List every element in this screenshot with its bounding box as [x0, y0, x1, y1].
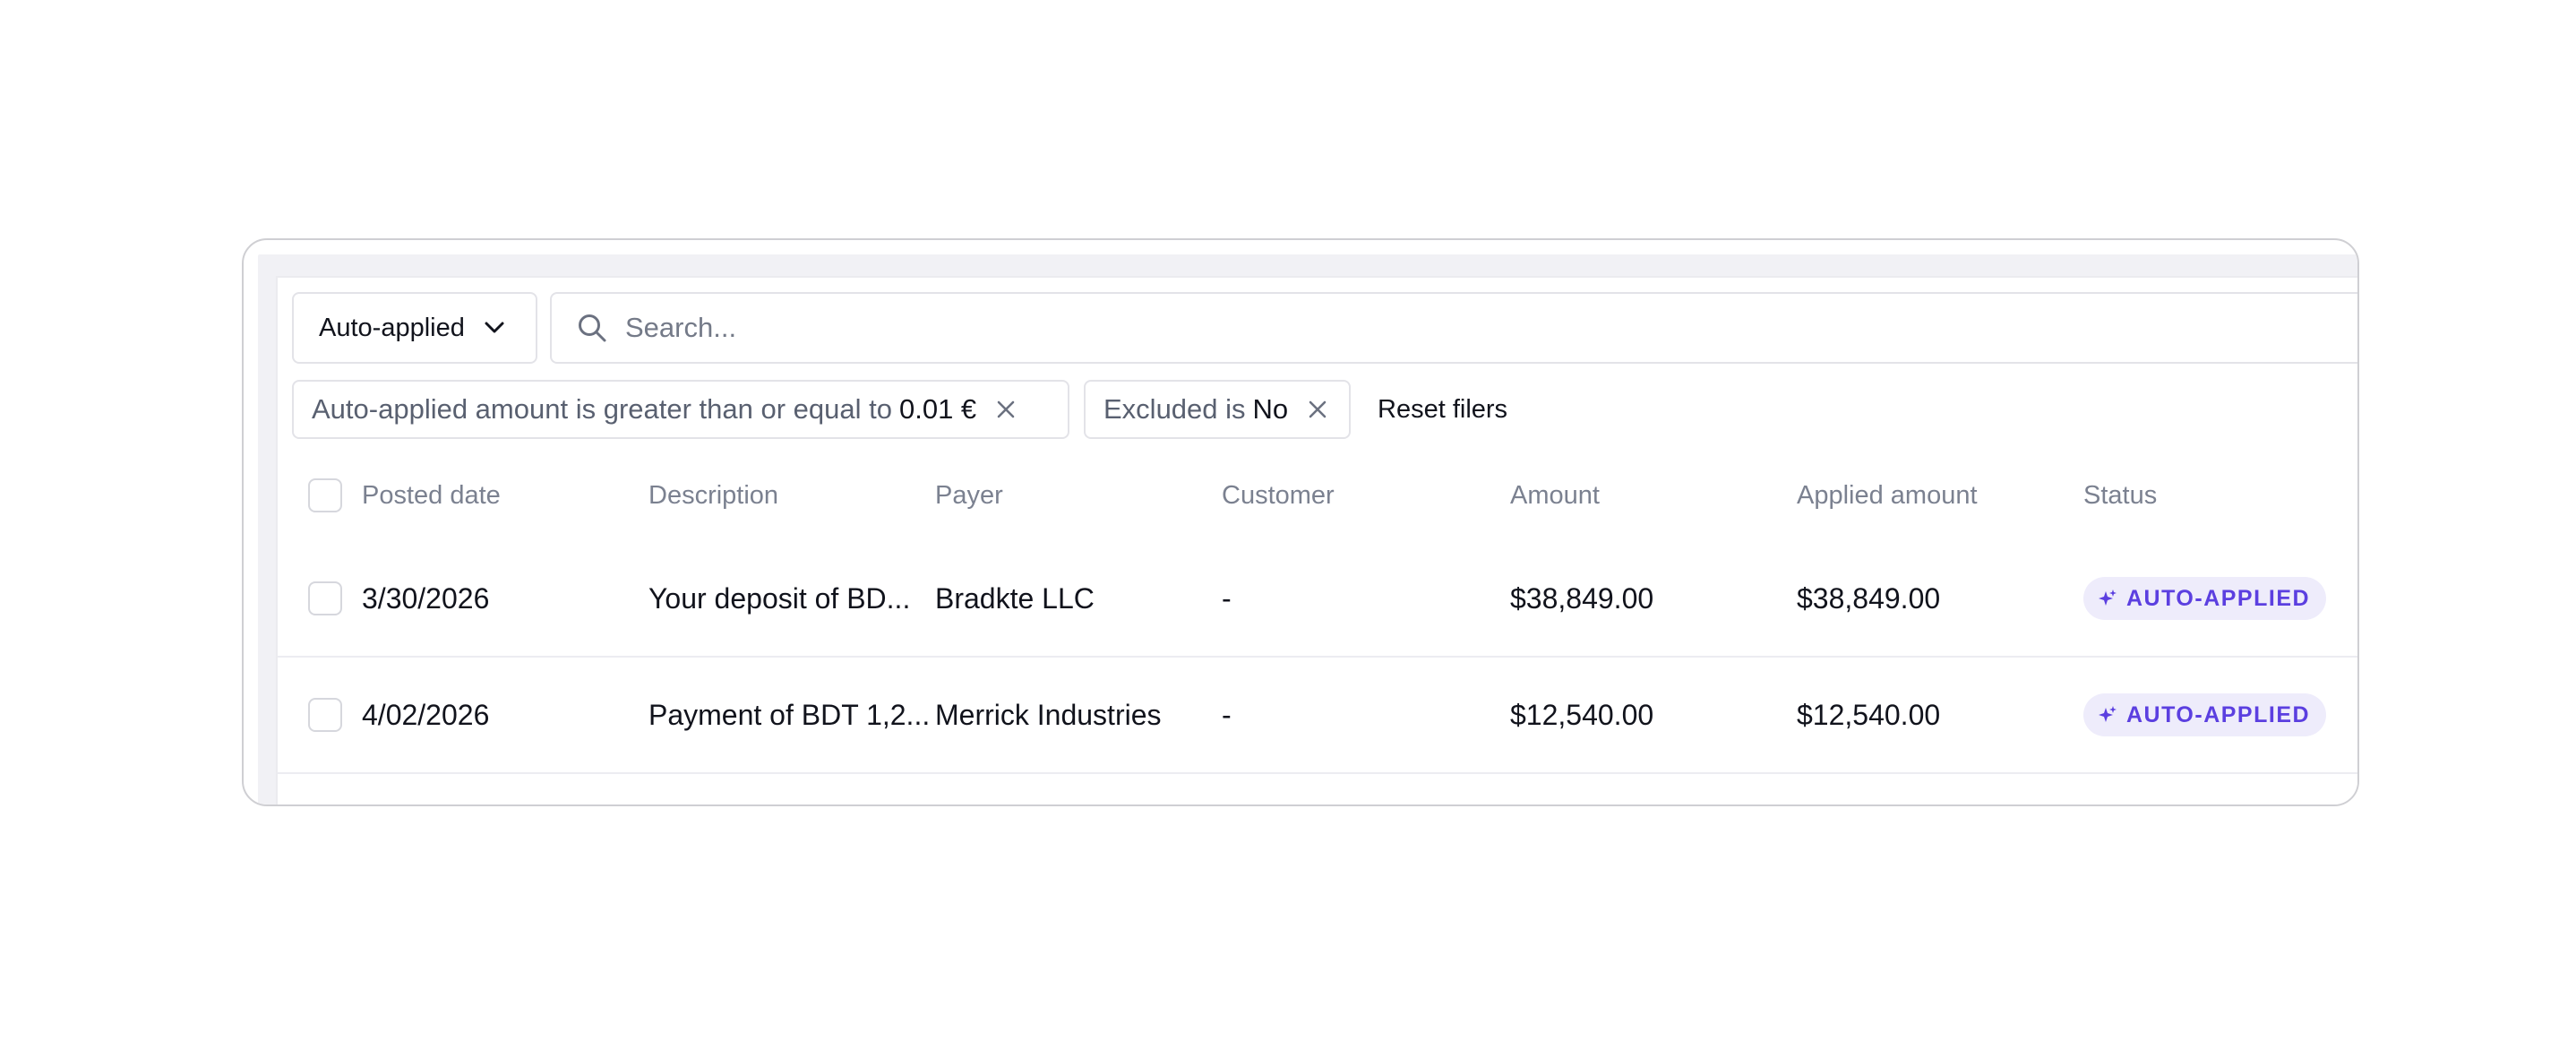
- column-header-description[interactable]: Description: [648, 466, 778, 525]
- applied-amount: $38,849.00: [1797, 581, 1941, 615]
- column-header-status[interactable]: Status: [2083, 466, 2157, 525]
- reconciliation-panel: Auto-applied Auto-applied amount is grea…: [276, 276, 2357, 804]
- close-icon[interactable]: [996, 400, 1016, 419]
- search-box[interactable]: [550, 292, 2357, 364]
- filter-label: Excluded is: [1103, 393, 1246, 425]
- panel-backdrop: Auto-applied Auto-applied amount is grea…: [258, 254, 2357, 804]
- row-checkbox[interactable]: [308, 581, 342, 615]
- payer: Merrick Industries: [935, 698, 1162, 731]
- applied-amount: $12,540.00: [1797, 698, 1941, 731]
- column-header-payer[interactable]: Payer: [935, 466, 1003, 525]
- row-select-cell: [308, 658, 342, 772]
- filter-value: No: [1252, 393, 1289, 425]
- view-select[interactable]: Auto-applied: [292, 292, 537, 364]
- filter-chip-auto-applied-amount[interactable]: Auto-applied amount is greater than or e…: [292, 380, 1069, 439]
- chevron-down-icon: [485, 322, 504, 334]
- amount: $38,849.00: [1510, 581, 1654, 615]
- filter-chip-excluded[interactable]: Excluded is No: [1084, 380, 1351, 439]
- reset-filters-button[interactable]: Reset filers: [1378, 380, 1507, 439]
- status-cell: AUTO-APPLIED: [2083, 658, 2327, 772]
- table-row[interactable]: 3/30/2026 Your deposit of BD... Bradkte …: [278, 541, 2357, 658]
- status-label: AUTO-APPLIED: [2126, 701, 2311, 727]
- customer: -: [1222, 698, 1232, 731]
- close-icon[interactable]: [1308, 400, 1327, 419]
- status-cell: AUTO-APPLIED: [2083, 541, 2327, 656]
- search-icon: [577, 313, 607, 343]
- row-checkbox[interactable]: [308, 698, 342, 732]
- amount: $12,540.00: [1510, 698, 1654, 731]
- status-badge: AUTO-APPLIED: [2083, 693, 2327, 736]
- select-all-cell: [308, 466, 342, 525]
- status-badge: AUTO-APPLIED: [2083, 577, 2327, 620]
- description: Payment of BDT 1,2...: [648, 698, 931, 731]
- posted-date: 4/02/2026: [362, 698, 490, 731]
- view-select-label: Auto-applied: [319, 313, 465, 342]
- column-header-applied-amount[interactable]: Applied amount: [1797, 466, 1978, 525]
- filter-value: 0.01 €: [898, 393, 977, 425]
- select-all-checkbox[interactable]: [308, 478, 342, 512]
- payer: Bradkte LLC: [935, 581, 1095, 615]
- column-header-customer[interactable]: Customer: [1222, 466, 1335, 525]
- column-header-amount[interactable]: Amount: [1510, 466, 1600, 525]
- table-header: Posted date Description Payer Customer A…: [278, 466, 2357, 525]
- column-header-posted-date[interactable]: Posted date: [362, 466, 501, 525]
- description: Your deposit of BD...: [648, 581, 911, 615]
- sparkle-icon: [2098, 705, 2117, 725]
- row-select-cell: [308, 541, 342, 656]
- table-row[interactable]: 4/02/2026 Payment of BDT 1,2... Merrick …: [278, 658, 2357, 774]
- status-label: AUTO-APPLIED: [2126, 585, 2311, 611]
- app-frame: Auto-applied Auto-applied amount is grea…: [242, 238, 2359, 806]
- sparkle-icon: [2098, 589, 2117, 608]
- posted-date: 3/30/2026: [362, 581, 490, 615]
- customer: -: [1222, 581, 1232, 615]
- search-input[interactable]: [623, 311, 2239, 345]
- filter-label: Auto-applied amount is greater than or e…: [312, 393, 892, 425]
